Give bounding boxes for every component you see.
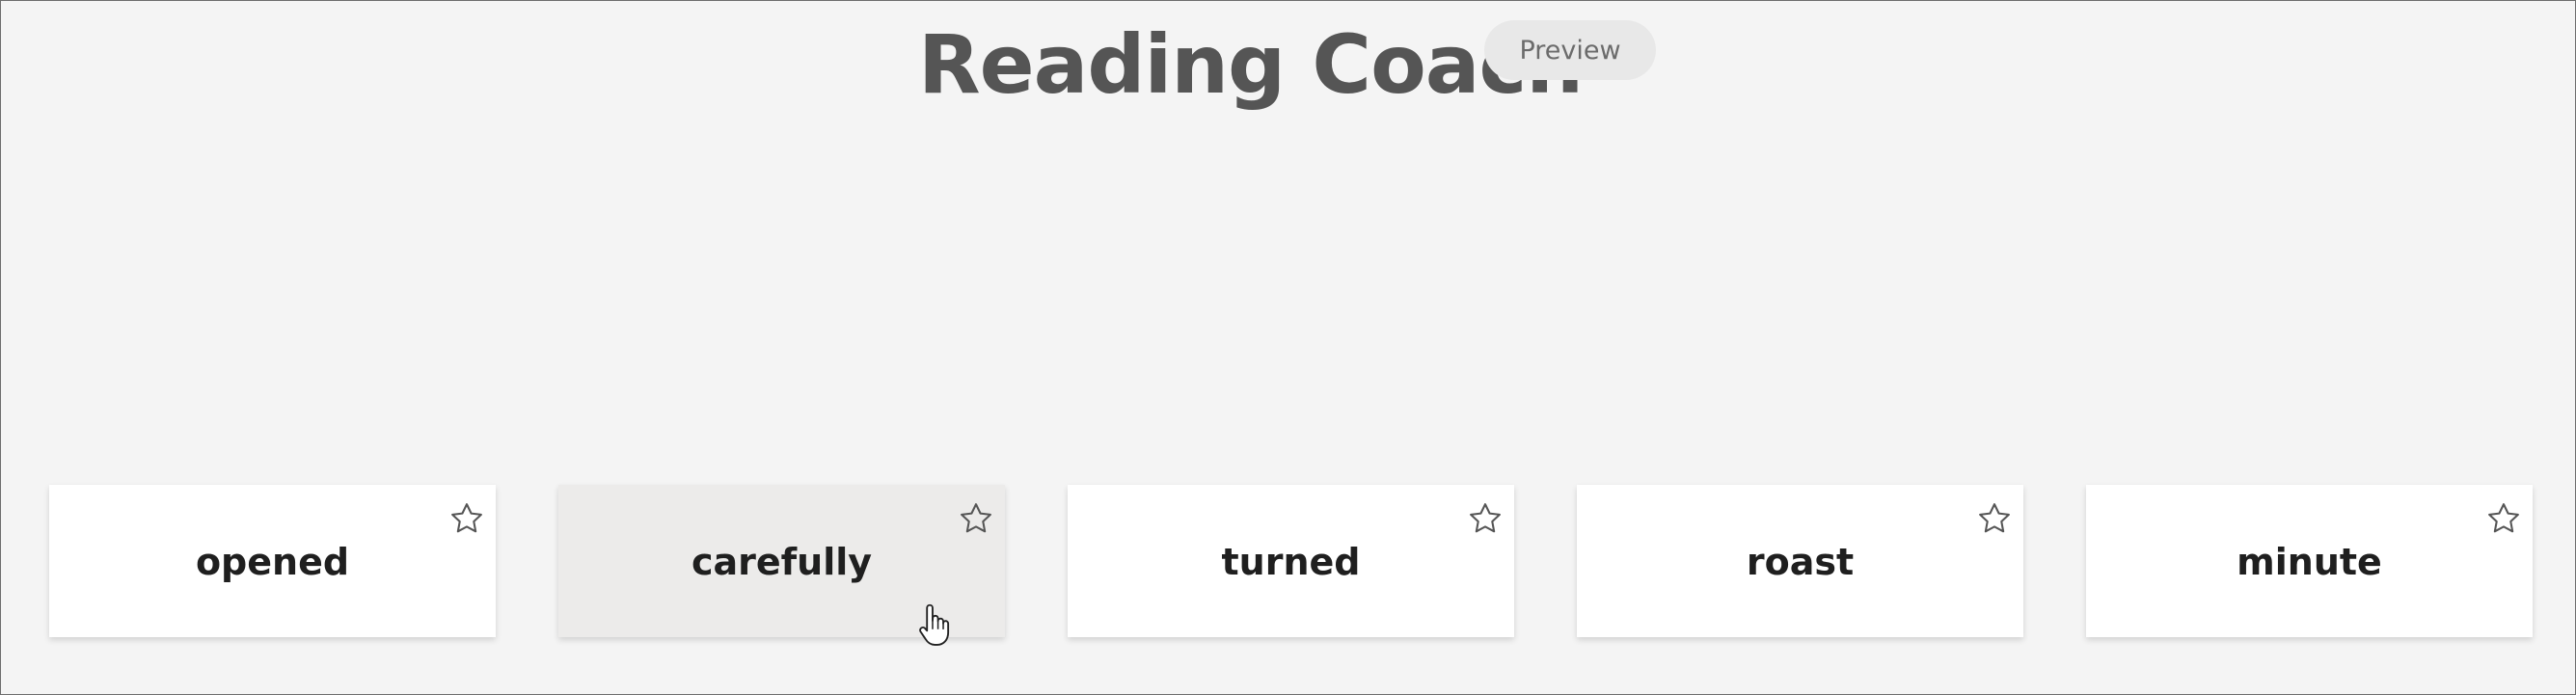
word-label: roast (1746, 541, 1855, 583)
word-card-roast[interactable]: roast (1577, 485, 2023, 637)
word-card-opened[interactable]: opened (49, 485, 496, 637)
word-card-list: opened carefully turned roast minute (49, 485, 2533, 637)
star-icon[interactable] (956, 498, 996, 539)
hand-pointer-icon (917, 602, 950, 649)
word-label: carefully (691, 541, 873, 583)
star-icon[interactable] (1974, 498, 2015, 539)
star-icon[interactable] (447, 498, 487, 539)
word-label: turned (1221, 541, 1361, 583)
star-icon[interactable] (1465, 498, 1505, 539)
header: Reading Coach Preview (1, 14, 2575, 120)
word-label: minute (2237, 541, 2382, 583)
star-icon[interactable] (2483, 498, 2524, 539)
word-card-minute[interactable]: minute (2086, 485, 2533, 637)
page-title: Reading Coach (918, 17, 1584, 112)
app-window: Reading Coach Preview opened carefully t… (0, 0, 2576, 695)
word-label: opened (195, 541, 350, 583)
word-card-turned[interactable]: turned (1068, 485, 1514, 637)
preview-badge: Preview (1484, 20, 1656, 80)
